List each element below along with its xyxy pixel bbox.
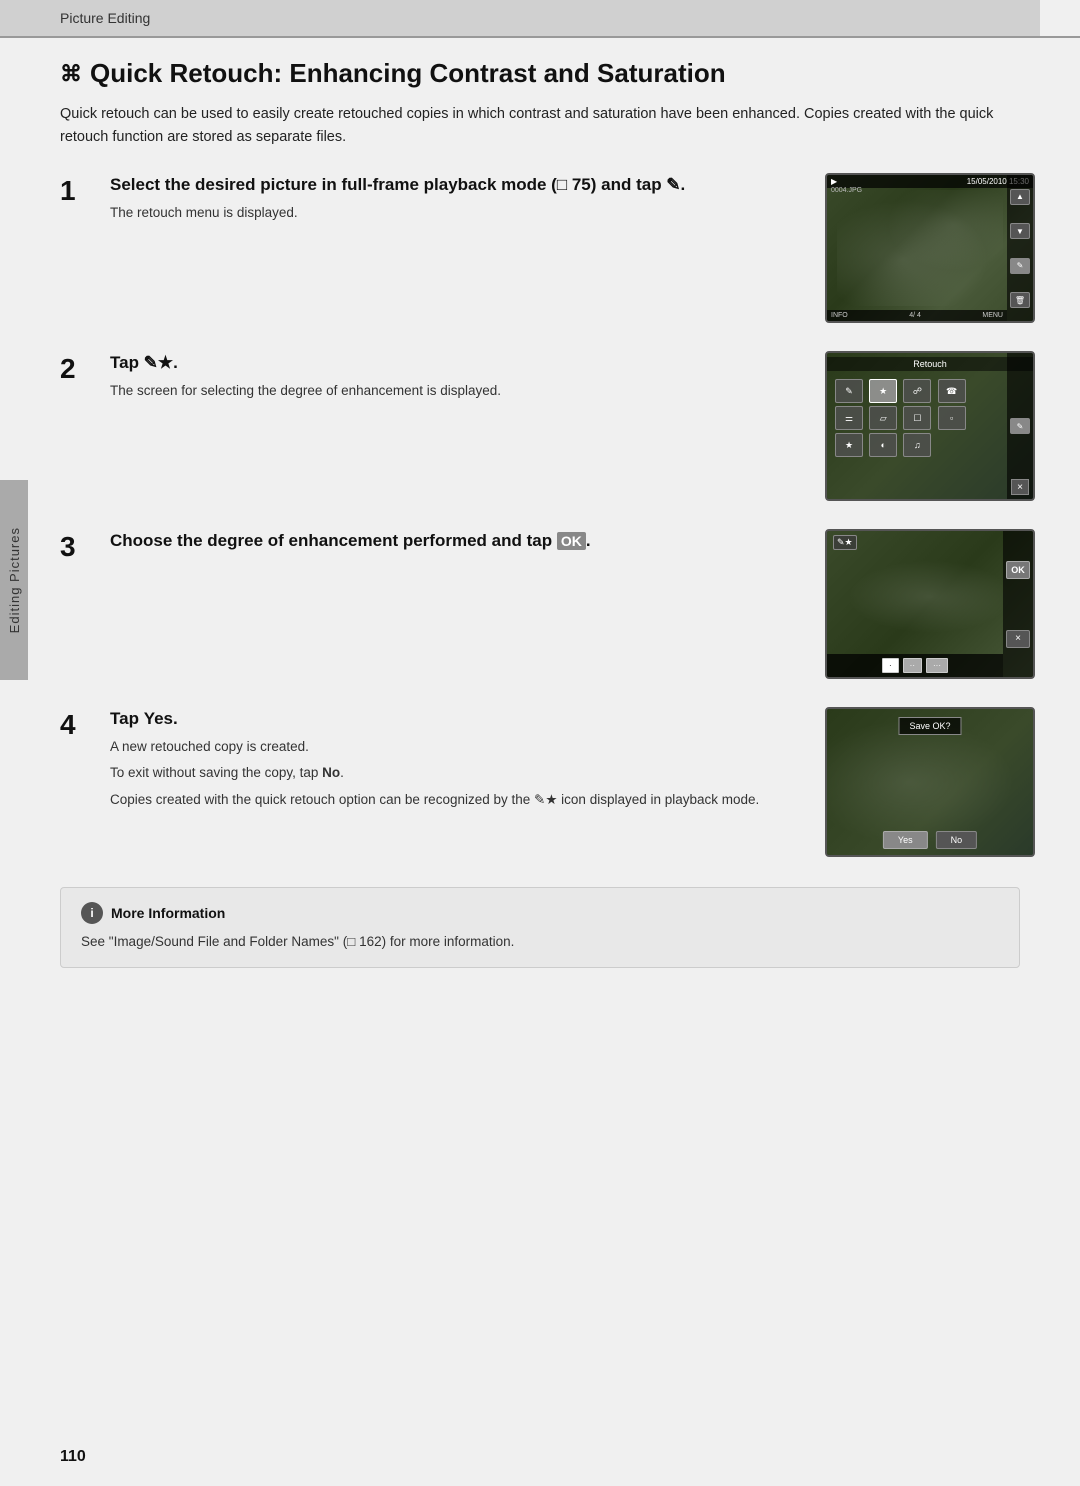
- camera-screen-3: ✎★ OK × · ·· ···: [825, 529, 1035, 679]
- screen2-bg: Retouch ✎ ★ ☍ ☎ ⚌ ▱ ☐ ▫ ★ ◐ ♫: [827, 353, 1033, 499]
- step-4-title: Tap Yes.: [110, 707, 805, 731]
- retouch-icon-9[interactable]: ★: [835, 433, 863, 457]
- step-2-number: 2: [60, 351, 110, 501]
- play-icon: ▶: [831, 177, 837, 186]
- step-2-screen: Retouch ✎ ★ ☍ ☎ ⚌ ▱ ☐ ▫ ★ ◐ ♫: [805, 351, 1020, 501]
- save-buttons: Yes No: [883, 831, 977, 849]
- step-1-screen: ▶ 15/05/2010 15:30 0004.JPG ▲ ▼ ✎ 🗑 INFO…: [805, 173, 1020, 323]
- step-1-number: 1: [60, 173, 110, 323]
- down-button[interactable]: ▼: [1010, 223, 1030, 239]
- screen2-title: Retouch: [827, 357, 1033, 371]
- flowers-overlay: [848, 561, 1013, 634]
- retouch-icon-6[interactable]: ▱: [869, 406, 897, 430]
- intro-text: Quick retouch can be used to easily crea…: [60, 103, 1020, 149]
- screen3-bottom-controls: · ·· ···: [827, 654, 1003, 677]
- retouch-icon-4[interactable]: ☎: [938, 379, 966, 403]
- more-info-title: i More Information: [81, 902, 999, 924]
- retouch-icon-2[interactable]: ★: [869, 379, 897, 403]
- step-4-desc1: A new retouched copy is created.: [110, 737, 805, 757]
- screen1-bottom-bar: INFO 4/ 4 MENU: [827, 310, 1007, 321]
- more-info-box: i More Information See "Image/Sound File…: [60, 887, 1020, 967]
- close-x-button[interactable]: ×: [1011, 479, 1029, 495]
- counter: 4/ 4: [909, 312, 921, 319]
- enhance-level-3[interactable]: ···: [926, 658, 948, 673]
- screen2-right-buttons: ✎: [1007, 353, 1033, 499]
- step-4-screen: Save OK? Yes No: [805, 707, 1020, 857]
- retouch-icon-3[interactable]: ☍: [903, 379, 931, 403]
- edit-button[interactable]: ✎: [1010, 258, 1030, 274]
- retouch-icon-10[interactable]: ◐: [869, 433, 897, 457]
- screen1-right-buttons: ▲ ▼ ✎ 🗑: [1007, 175, 1033, 321]
- page-title: ⌘ Quick Retouch: Enhancing Contrast and …: [60, 58, 1020, 89]
- step-4-body: Tap Yes. A new retouched copy is created…: [110, 707, 805, 857]
- retouch-icon-7[interactable]: ☐: [903, 406, 931, 430]
- step-3-body: Choose the degree of enhancement perform…: [110, 529, 805, 679]
- retouch-icon-11[interactable]: ♫: [903, 433, 931, 457]
- camera-screen-4: Save OK? Yes No: [825, 707, 1035, 857]
- step-2-desc: The screen for selecting the degree of e…: [110, 381, 805, 401]
- enhance-level-1[interactable]: ·: [882, 658, 899, 673]
- step-3-title: Choose the degree of enhancement perform…: [110, 529, 805, 553]
- more-info-icon: i: [81, 902, 103, 924]
- more-info-text: See "Image/Sound File and Folder Names" …: [81, 932, 999, 952]
- screen2-icons: ✎ ★ ☍ ☎ ⚌ ▱ ☐ ▫ ★ ◐ ♫: [831, 375, 1007, 461]
- step-2: 2 Tap ✎★. The screen for selecting the d…: [60, 351, 1020, 501]
- breadcrumb: Picture Editing: [60, 10, 150, 26]
- step-3-screen: ✎★ OK × · ·· ···: [805, 529, 1020, 679]
- title-icon: ⌘: [60, 61, 82, 87]
- screen1-filename: 0004.JPG: [831, 187, 862, 194]
- content-wrapper: ⌘ Quick Retouch: Enhancing Contrast and …: [0, 38, 1080, 1008]
- step-4-desc2: To exit without saving the copy, tap No.: [110, 763, 805, 783]
- more-info-heading: More Information: [111, 905, 225, 921]
- enhance-level-2[interactable]: ··: [903, 658, 922, 673]
- step-1-body: Select the desired picture in full-frame…: [110, 173, 805, 323]
- up-button[interactable]: ▲: [1010, 189, 1030, 205]
- step-3-number: 3: [60, 529, 110, 679]
- ok-button[interactable]: OK: [1006, 561, 1030, 579]
- flowers-decoration: [837, 190, 1003, 306]
- side-tab: Editing Pictures: [0, 480, 28, 680]
- info-label: INFO: [831, 312, 848, 319]
- menu-label: MENU: [982, 312, 1003, 319]
- screen3-top-icon: ✎★: [833, 535, 857, 550]
- no-button[interactable]: No: [936, 831, 978, 849]
- edit-btn-2[interactable]: ✎: [1010, 418, 1030, 434]
- side-tab-label: Editing Pictures: [7, 527, 22, 633]
- step-1-title: Select the desired picture in full-frame…: [110, 173, 805, 197]
- header-bar: Picture Editing: [0, 0, 1040, 36]
- camera-screen-2: Retouch ✎ ★ ☍ ☎ ⚌ ▱ ☐ ▫ ★ ◐ ♫: [825, 351, 1035, 501]
- delete-button[interactable]: 🗑: [1010, 292, 1030, 308]
- step-4: 4 Tap Yes. A new retouched copy is creat…: [60, 707, 1020, 857]
- step-1-desc: The retouch menu is displayed.: [110, 203, 805, 223]
- screen3-right-btns: OK ×: [1003, 531, 1033, 677]
- step-4-number: 4: [60, 707, 110, 857]
- step-2-body: Tap ✎★. The screen for selecting the deg…: [110, 351, 805, 501]
- retouch-icon-1[interactable]: ✎: [835, 379, 863, 403]
- screen1-bg: ▶ 15/05/2010 15:30 0004.JPG ▲ ▼ ✎ 🗑 INFO…: [827, 175, 1033, 321]
- screen3-close-button[interactable]: ×: [1006, 630, 1030, 648]
- page-number: 110: [60, 1448, 86, 1466]
- retouch-icon-5[interactable]: ⚌: [835, 406, 863, 430]
- yes-button[interactable]: Yes: [883, 831, 928, 849]
- step-3: 3 Choose the degree of enhancement perfo…: [60, 529, 1020, 679]
- screen3-bg: ✎★ OK × · ·· ···: [827, 531, 1033, 677]
- retouch-icon-8[interactable]: ▫: [938, 406, 966, 430]
- step-1: 1 Select the desired picture in full-fra…: [60, 173, 1020, 323]
- camera-screen-1: ▶ 15/05/2010 15:30 0004.JPG ▲ ▼ ✎ 🗑 INFO…: [825, 173, 1035, 323]
- screen4-bg: Save OK? Yes No: [827, 709, 1033, 855]
- title-text: Quick Retouch: Enhancing Contrast and Sa…: [90, 58, 726, 89]
- step-4-desc3: Copies created with the quick retouch op…: [110, 790, 805, 810]
- step-2-title: Tap ✎★.: [110, 351, 805, 375]
- save-ok-prompt: Save OK?: [898, 717, 961, 735]
